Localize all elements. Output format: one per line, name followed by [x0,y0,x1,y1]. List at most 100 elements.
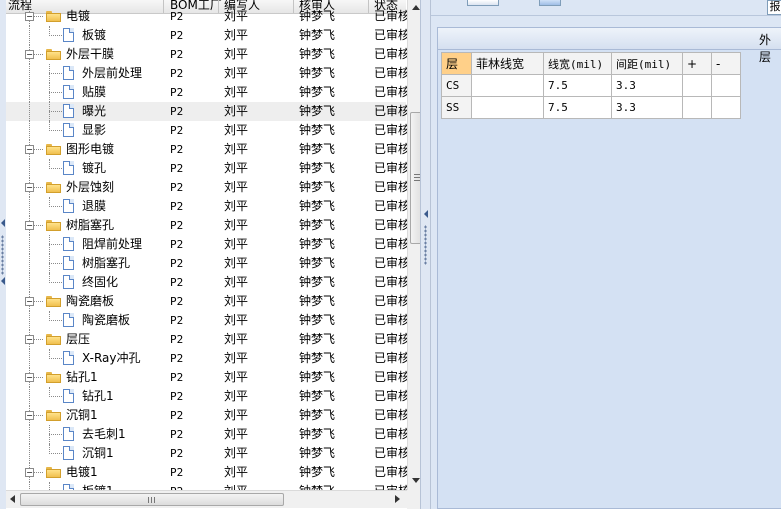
bom-cell: P2 [170,238,184,251]
status-cell: 已审核 [374,66,411,80]
collapse-icon[interactable]: − [25,50,34,59]
grid-cell-empty[interactable] [711,96,741,119]
grid-remove-column-button[interactable]: - [711,52,741,75]
tree-item-row[interactable]: 钻孔1 P2 刘平 钟梦飞 已审核 [6,387,410,406]
collapse-icon[interactable]: − [25,183,34,192]
reviewer-cell: 钟梦飞 [299,237,336,251]
document-icon [63,104,74,118]
reviewer-cell: 钟梦飞 [299,370,336,384]
toolbar-button[interactable] [539,0,561,6]
grid-cell-spacing[interactable]: 3.3 [611,74,683,97]
tree-group-row[interactable]: − 电镀1 P2 刘平 钟梦飞 已审核 [6,463,410,482]
grid-cell-empty[interactable] [682,74,712,97]
grid-header-line-width[interactable]: 线宽(mil) [543,52,612,75]
horizontal-scroll-thumb[interactable] [20,493,284,506]
tree-group-row[interactable]: − 外层干膜 P2 刘平 钟梦飞 已审核 [6,45,410,64]
bom-cell: P2 [170,257,184,270]
tree-item-row[interactable]: 去毛刺1 P2 刘平 钟梦飞 已审核 [6,425,410,444]
bom-cell: P2 [170,143,184,156]
bom-cell: P2 [170,105,184,118]
collapse-icon[interactable]: − [25,297,34,306]
tree-group-row[interactable]: − 图形电镀 P2 刘平 钟梦飞 已审核 [6,140,410,159]
tree-group-row[interactable]: − 沉铜1 P2 刘平 钟梦飞 已审核 [6,406,410,425]
tree-node-label: 树脂塞孔 [82,256,131,270]
tree-node-label: 电镀1 [66,465,98,479]
tree-node-label: 板镀 [82,28,107,42]
tree-group-row[interactable]: − 钻孔1 P2 刘平 钟梦飞 已审核 [6,368,410,387]
tree-item-row[interactable]: 阻焊前处理 P2 刘平 钟梦飞 已审核 [6,235,410,254]
tree-item-row[interactable]: 板镀 P2 刘平 钟梦飞 已审核 [6,26,410,45]
toolbar-report-button[interactable]: 报 [767,0,781,15]
writer-cell: 刘平 [224,199,249,213]
tree-item-row[interactable]: 树脂塞孔 P2 刘平 钟梦飞 已审核 [6,254,410,273]
status-cell: 已审核 [374,47,411,61]
grid-row-layer[interactable]: CS [441,74,472,97]
collapse-icon[interactable]: − [25,373,34,382]
scroll-down-icon[interactable] [412,478,420,483]
tree-item-row[interactable]: 曝光 P2 刘平 钟梦飞 已审核 [6,102,410,121]
tree-vertical-scrollbar[interactable] [407,0,420,490]
tree-group-row[interactable]: − 电镀 P2 刘平 钟梦飞 已审核 [6,7,410,26]
grid-header-film-width[interactable]: 菲林线宽 [471,52,544,75]
tree-group-row[interactable]: − 陶瓷磨板 P2 刘平 钟梦飞 已审核 [6,292,410,311]
grid-cell-empty[interactable] [711,74,741,97]
document-icon [63,161,74,175]
tree-item-row[interactable]: 显影 P2 刘平 钟梦飞 已审核 [6,121,410,140]
tree-item-row[interactable]: 终固化 P2 刘平 钟梦飞 已审核 [6,273,410,292]
status-cell: 已审核 [374,237,411,251]
document-icon [63,275,74,289]
panel-splitter[interactable] [420,0,431,509]
grid-row-layer[interactable]: SS [441,96,472,119]
grid-header-spacing[interactable]: 间距(mil) [611,52,683,75]
tree-item-row[interactable]: X-Ray冲孔 P2 刘平 钟梦飞 已审核 [6,349,410,368]
collapse-icon[interactable]: − [25,335,34,344]
writer-cell: 刘平 [224,465,249,479]
grid-cell-empty[interactable] [682,96,712,119]
grid-cell-film[interactable] [471,74,544,97]
grid-cell-width[interactable]: 7.5 [543,96,612,119]
grid-cell-width[interactable]: 7.5 [543,74,612,97]
tree-group-row[interactable]: − 外层蚀刻 P2 刘平 钟梦飞 已审核 [6,178,410,197]
tree-node-label: 层压 [66,332,91,346]
grid-cell-spacing[interactable]: 3.3 [611,96,683,119]
status-cell: 已审核 [374,351,411,365]
panel-title: 外层 [759,33,772,64]
scroll-left-icon[interactable] [10,495,15,503]
collapse-icon[interactable]: − [25,12,34,21]
grid-add-column-button[interactable]: + [682,52,712,75]
tree-item-row[interactable]: 陶瓷磨板 P2 刘平 钟梦飞 已审核 [6,311,410,330]
tree-node-label: 沉铜1 [66,408,98,422]
vertical-scroll-thumb[interactable] [410,112,420,244]
document-icon [63,28,74,42]
tree-item-row[interactable]: 退膜 P2 刘平 钟梦飞 已审核 [6,197,410,216]
folder-icon [46,334,61,345]
tree-node-label: 电镀 [66,9,91,23]
collapse-icon[interactable]: − [25,221,34,230]
grid-row[interactable]: CS 7.5 3.3 [441,74,741,97]
tree-horizontal-scrollbar[interactable] [6,490,407,508]
toolbar-button[interactable] [467,0,499,6]
status-cell: 已审核 [374,465,411,479]
grid-header-layer[interactable]: 层 [441,52,472,75]
status-cell: 已审核 [374,85,411,99]
collapse-icon[interactable]: − [25,468,34,477]
tree-group-row[interactable]: − 层压 P2 刘平 钟梦飞 已审核 [6,330,410,349]
scroll-up-icon[interactable] [412,5,420,10]
scroll-right-icon[interactable] [395,495,400,503]
status-cell: 已审核 [374,9,411,23]
tree-item-row[interactable]: 镀孔 P2 刘平 钟梦飞 已审核 [6,159,410,178]
folder-icon [46,182,61,193]
collapse-icon[interactable]: − [25,411,34,420]
grid-row[interactable]: SS 7.5 3.3 [441,96,741,119]
tree-item-row[interactable]: 沉铜1 P2 刘平 钟梦飞 已审核 [6,444,410,463]
collapse-icon[interactable]: − [25,145,34,154]
tree-item-row[interactable]: 外层前处理 P2 刘平 钟梦飞 已审核 [6,64,410,83]
tree-group-row[interactable]: − 树脂塞孔 P2 刘平 钟梦飞 已审核 [6,216,410,235]
tree-node-label: 曝光 [82,104,107,118]
grid-cell-film[interactable] [471,96,544,119]
reviewer-cell: 钟梦飞 [299,427,336,441]
tree-item-row[interactable]: 贴膜 P2 刘平 钟梦飞 已审核 [6,83,410,102]
writer-cell: 刘平 [224,294,249,308]
writer-cell: 刘平 [224,427,249,441]
bom-cell: P2 [170,86,184,99]
